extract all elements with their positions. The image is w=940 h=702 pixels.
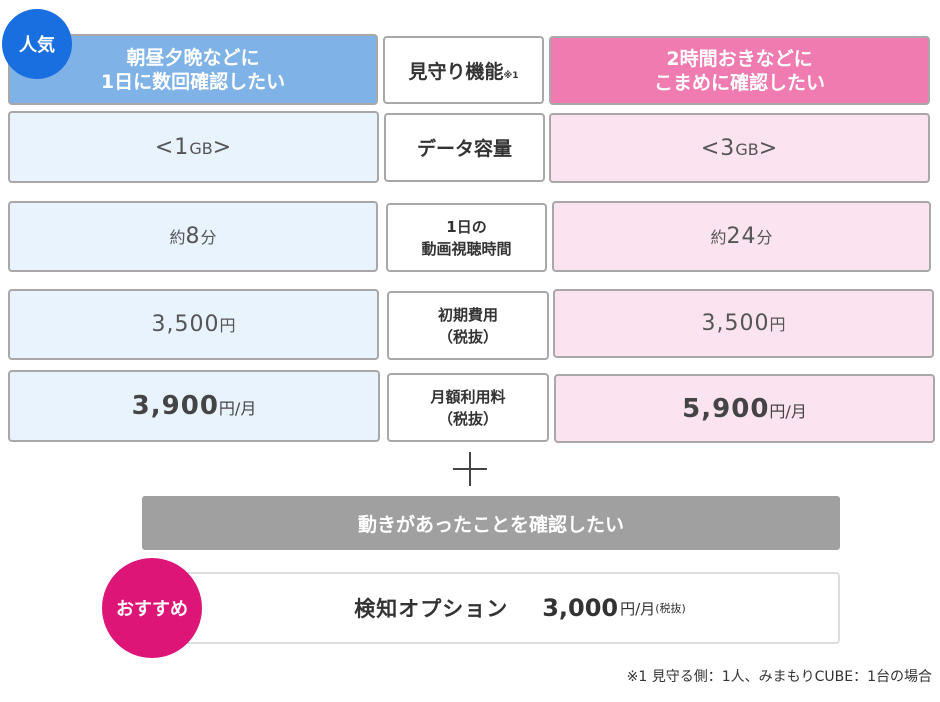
option-tax-note: (税抜)	[655, 602, 686, 615]
plan-right-title-line2: こまめに確認したい	[653, 71, 825, 94]
footnote: ※1 見守る側：1人、みまもりCUBE：1台の場合	[626, 669, 932, 685]
monthly-fee-left: 3,900円/月	[8, 370, 380, 442]
data-capacity-label: データ容量	[384, 113, 545, 182]
plus-icon	[453, 452, 487, 486]
initial-cost-right: 3,500円	[553, 289, 934, 358]
video-time-label: 1日の 動画視聴時間	[386, 203, 547, 272]
data-capacity-right: <3GB>	[549, 113, 930, 183]
video-time-right: 約24分	[552, 201, 931, 272]
plan-header-right: 2時間おきなどに こまめに確認したい	[549, 36, 930, 105]
option-unit: 円/月	[620, 599, 656, 618]
feature-header-label: 見守り機能	[408, 60, 504, 83]
feature-header-note: ※1	[503, 70, 519, 81]
video-time-left: 約8分	[8, 201, 378, 272]
popular-badge: 人気	[2, 9, 72, 79]
detection-option-box: 検知オプション 3,000 円/月 (税抜)	[160, 572, 840, 644]
initial-cost-label: 初期費用 （税抜）	[387, 291, 549, 360]
feature-header: 見守り機能※1	[383, 36, 544, 104]
plan-right-title-line1: 2時間おきなどに	[666, 47, 813, 70]
plan-left-title-line1: 朝昼夕晩などに	[126, 46, 260, 69]
plan-left-title-line2: 1日に数回確認したい	[100, 70, 286, 93]
motion-detection-bar: 動きがあったことを確認したい	[142, 496, 840, 550]
option-price: 3,000	[542, 594, 619, 622]
initial-cost-left: 3,500円	[8, 289, 379, 360]
recommend-badge: おすすめ	[102, 558, 202, 658]
monthly-fee-label: 月額利用料 （税抜）	[387, 373, 549, 442]
option-name: 検知オプション	[354, 597, 509, 621]
monthly-fee-right: 5,900円/月	[554, 374, 935, 443]
data-capacity-left: <1GB>	[8, 111, 379, 183]
